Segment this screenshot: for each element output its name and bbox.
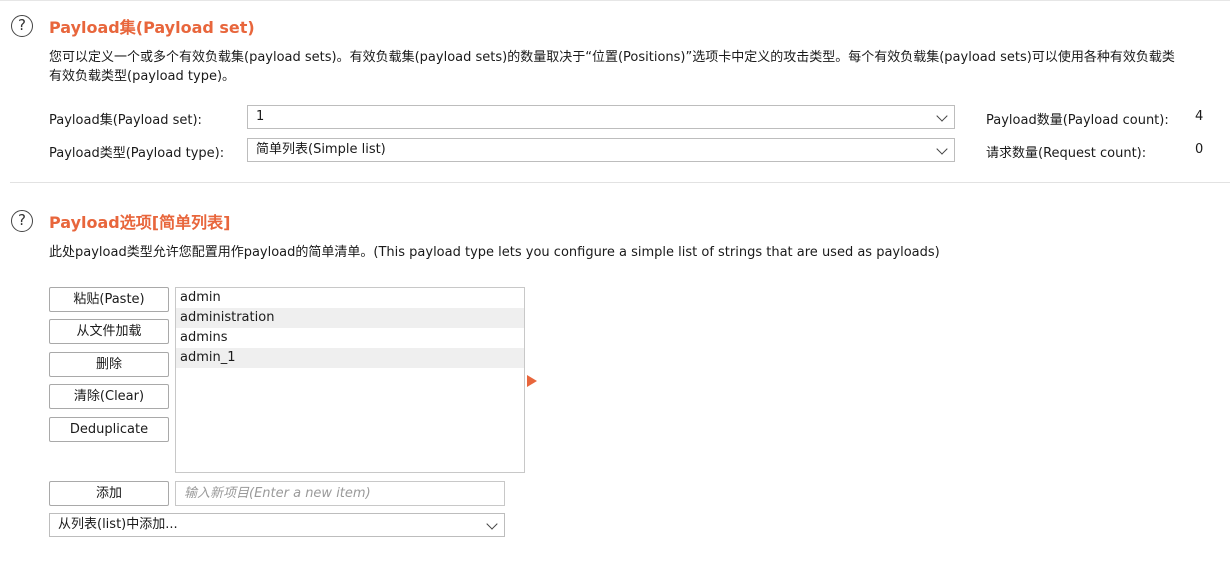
payload-options-description: 此处payload类型允许您配置用作payload的简单清单。(This pay… xyxy=(49,245,940,260)
payload-sets-description-line1: 您可以定义一个或多个有效负载集(payload sets)。有效负载集(payl… xyxy=(49,50,1175,65)
help-icon[interactable]: ? xyxy=(11,15,33,37)
chevron-down-icon xyxy=(936,110,948,122)
payload-options-title: Payload选项[简单列表] xyxy=(49,213,231,232)
request-count-value: 0 xyxy=(1195,142,1204,157)
payload-set-label: Payload集(Payload set): xyxy=(49,113,202,128)
add-button[interactable]: 添加 xyxy=(49,481,169,506)
remove-button[interactable]: 删除 xyxy=(49,352,169,377)
payload-type-value: 简单列表(Simple list) xyxy=(256,142,386,157)
section-divider xyxy=(10,182,1230,183)
payload-set-select[interactable]: 1 xyxy=(247,105,955,129)
help-icon[interactable]: ? xyxy=(11,210,33,232)
payload-count-value: 4 xyxy=(1195,109,1204,124)
list-item[interactable]: admins xyxy=(176,328,524,348)
list-item[interactable]: admin xyxy=(176,288,524,308)
top-border xyxy=(0,0,1230,1)
load-from-file-button[interactable]: 从文件加载 xyxy=(49,319,169,344)
list-item[interactable]: admin_1 xyxy=(176,348,524,368)
deduplicate-button[interactable]: Deduplicate xyxy=(49,417,169,442)
add-from-list-value: 从列表(list)中添加... xyxy=(58,517,178,532)
chevron-down-icon xyxy=(486,518,498,530)
payload-type-select[interactable]: 简单列表(Simple list) xyxy=(247,138,955,162)
clear-button[interactable]: 清除(Clear) xyxy=(49,384,169,409)
arrow-right-icon[interactable] xyxy=(527,375,537,387)
chevron-down-icon xyxy=(936,143,948,155)
list-item[interactable]: administration xyxy=(176,308,524,328)
payload-type-label: Payload类型(Payload type): xyxy=(49,146,225,161)
payload-list[interactable]: admin administration admins admin_1 xyxy=(175,287,525,473)
add-from-list-select[interactable]: 从列表(list)中添加... xyxy=(49,513,505,537)
payload-count-label: Payload数量(Payload count): xyxy=(986,113,1169,128)
new-item-input[interactable]: 输入新项目(Enter a new item) xyxy=(175,481,505,506)
payload-sets-title: Payload集(Payload set) xyxy=(49,18,255,37)
payload-set-value: 1 xyxy=(256,109,265,124)
payload-sets-description-line2: 有效负载类型(payload type)。 xyxy=(49,69,236,84)
paste-button[interactable]: 粘贴(Paste) xyxy=(49,287,169,312)
request-count-label: 请求数量(Request count): xyxy=(986,146,1147,161)
